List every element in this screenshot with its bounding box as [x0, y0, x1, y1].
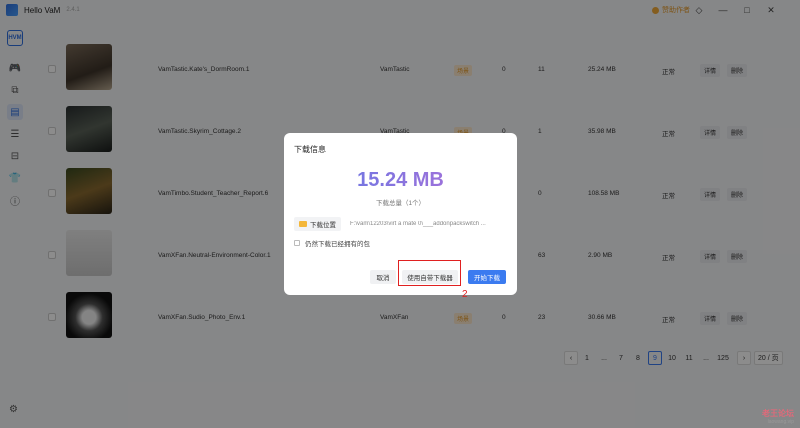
- cancel-button[interactable]: 取消: [370, 270, 396, 284]
- watermark: 老王论坛 laowang.vip: [762, 408, 794, 425]
- start-download-button[interactable]: 开始下载: [468, 270, 506, 284]
- redownload-checkbox[interactable]: 仍然下载已经拥有的包: [294, 238, 370, 248]
- watermark-main: 老王论坛: [762, 409, 794, 418]
- folder-icon: [299, 221, 307, 227]
- download-path: F:\vam\12203\virt a mate 0\___addonpacks…: [350, 221, 486, 227]
- annotation-number: 2: [462, 289, 468, 300]
- location-label: 下载位置: [310, 222, 336, 229]
- watermark-sub: laowang.vip: [767, 419, 794, 425]
- download-count: 下载总量（1个）: [375, 200, 426, 207]
- checkbox-label: 仍然下载已经拥有的包: [305, 241, 370, 248]
- annotation-highlight: [398, 260, 461, 286]
- dialog-title: 下载信息: [294, 145, 326, 154]
- download-location-button[interactable]: 下载位置: [294, 217, 341, 231]
- checkbox-box[interactable]: [294, 240, 300, 246]
- download-size: 15.24 MB: [284, 169, 517, 192]
